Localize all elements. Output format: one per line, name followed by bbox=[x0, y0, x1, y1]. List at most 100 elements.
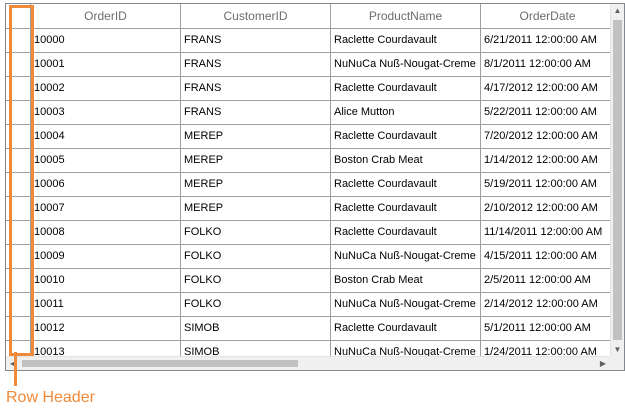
table-cell[interactable]: FOLKO bbox=[181, 293, 331, 316]
table-cell[interactable]: FRANS bbox=[181, 29, 331, 52]
grid-body: 10000 FRANS Raclette Courdavault 6/21/2011 … bbox=[6, 29, 615, 357]
table-cell[interactable]: 10008 bbox=[31, 221, 181, 244]
row-header-cell[interactable] bbox=[6, 293, 31, 316]
table-row[interactable]: 10013 SIMOB NuNuCa Nuß-Nougat-Creme 1/24/20… bbox=[6, 341, 615, 357]
table-cell[interactable]: Raclette Courdavault bbox=[331, 173, 481, 196]
table-row[interactable]: 10004 MEREP Raclette Courdavault 7/20/2012 … bbox=[6, 125, 615, 149]
table-cell[interactable]: 5/19/2011 12:00:00 AM bbox=[481, 173, 615, 196]
table-cell[interactable]: 1/14/2012 12:00:00 AM bbox=[481, 149, 615, 172]
table-cell[interactable]: 10002 bbox=[31, 77, 181, 100]
table-row[interactable]: 10001 FRANS NuNuCa Nuß-Nougat-Creme 8/1/201… bbox=[6, 53, 615, 77]
table-row[interactable]: 10005 MEREP Boston Crab Meat 1/14/2012 12:0… bbox=[6, 149, 615, 173]
column-header-1[interactable]: CustomerID bbox=[181, 4, 331, 28]
row-header-cell[interactable] bbox=[6, 101, 31, 124]
arrow-right-icon[interactable]: ▶ bbox=[596, 357, 610, 370]
table-cell[interactable]: FOLKO bbox=[181, 221, 331, 244]
table-row[interactable]: 10010 FOLKO Boston Crab Meat 2/5/2011 12:00… bbox=[6, 269, 615, 293]
table-cell[interactable]: Raclette Courdavault bbox=[331, 221, 481, 244]
arrow-left-icon[interactable]: ◀ bbox=[6, 357, 20, 370]
table-cell[interactable]: 2/5/2011 12:00:00 AM bbox=[481, 269, 615, 292]
table-cell[interactable]: 10000 bbox=[31, 29, 181, 52]
arrow-down-icon[interactable]: ▼ bbox=[611, 343, 624, 357]
table-cell[interactable]: MEREP bbox=[181, 149, 331, 172]
horizontal-scrollbar[interactable]: ◀ ▶ bbox=[6, 356, 624, 370]
table-row[interactable]: 10009 FOLKO NuNuCa Nuß-Nougat-Creme 4/15/20… bbox=[6, 245, 615, 269]
table-cell[interactable]: NuNuCa Nuß-Nougat-Creme bbox=[331, 293, 481, 316]
table-cell[interactable]: 2/14/2012 12:00:00 AM bbox=[481, 293, 615, 316]
table-cell[interactable]: 8/1/2011 12:00:00 AM bbox=[481, 53, 615, 76]
table-row[interactable]: 10000 FRANS Raclette Courdavault 6/21/2011 … bbox=[6, 29, 615, 53]
column-header-2[interactable]: ProductName bbox=[331, 4, 481, 28]
table-cell[interactable]: Boston Crab Meat bbox=[331, 149, 481, 172]
table-row[interactable]: 10012 SIMOB Raclette Courdavault 5/1/2011 1… bbox=[6, 317, 615, 341]
table-row[interactable]: 10006 MEREP Raclette Courdavault 5/19/2011 … bbox=[6, 173, 615, 197]
row-header-cell[interactable] bbox=[6, 317, 31, 340]
table-row[interactable]: 10011 FOLKO NuNuCa Nuß-Nougat-Creme 2/14/20… bbox=[6, 293, 615, 317]
row-header-cell[interactable] bbox=[6, 77, 31, 100]
row-header-cell[interactable] bbox=[6, 149, 31, 172]
table-cell[interactable]: MEREP bbox=[181, 125, 331, 148]
table-cell[interactable]: Raclette Courdavault bbox=[331, 317, 481, 340]
table-cell[interactable]: SIMOB bbox=[181, 317, 331, 340]
table-row[interactable]: 10008 FOLKO Raclette Courdavault 11/14/2011… bbox=[6, 221, 615, 245]
table-cell[interactable]: 10013 bbox=[31, 341, 181, 357]
table-cell[interactable]: 10007 bbox=[31, 197, 181, 220]
table-cell[interactable]: NuNuCa Nuß-Nougat-Creme bbox=[331, 53, 481, 76]
top-left-header-cell[interactable] bbox=[6, 4, 31, 28]
row-header-cell[interactable] bbox=[6, 53, 31, 76]
table-row[interactable]: 10003 FRANS Alice Mutton 5/22/2011 12:00:00… bbox=[6, 101, 615, 125]
row-header-cell[interactable] bbox=[6, 269, 31, 292]
horizontal-scroll-thumb[interactable] bbox=[22, 360, 298, 367]
vertical-scroll-thumb[interactable] bbox=[613, 20, 622, 340]
table-cell[interactable]: SIMOB bbox=[181, 341, 331, 357]
table-cell[interactable]: FOLKO bbox=[181, 245, 331, 268]
row-header-cell[interactable] bbox=[6, 245, 31, 268]
table-cell[interactable]: FRANS bbox=[181, 77, 331, 100]
data-grid[interactable]: OrderID CustomerID ProductName OrderDate 10… bbox=[5, 3, 625, 371]
table-cell[interactable]: 5/22/2011 12:00:00 AM bbox=[481, 101, 615, 124]
table-cell[interactable]: NuNuCa Nuß-Nougat-Creme bbox=[331, 245, 481, 268]
table-cell[interactable]: Boston Crab Meat bbox=[331, 269, 481, 292]
row-header-cell[interactable] bbox=[6, 173, 31, 196]
table-cell[interactable]: 5/1/2011 12:00:00 AM bbox=[481, 317, 615, 340]
table-cell[interactable]: Raclette Courdavault bbox=[331, 29, 481, 52]
column-header-3[interactable]: OrderDate bbox=[481, 4, 615, 28]
table-cell[interactable]: 10006 bbox=[31, 173, 181, 196]
table-cell[interactable]: 10010 bbox=[31, 269, 181, 292]
table-cell[interactable]: MEREP bbox=[181, 173, 331, 196]
table-cell[interactable]: 11/14/2011 12:00:00 AM bbox=[481, 221, 615, 244]
table-cell[interactable]: 10011 bbox=[31, 293, 181, 316]
table-cell[interactable]: 7/20/2012 12:00:00 AM bbox=[481, 125, 615, 148]
arrow-up-icon[interactable]: ▲ bbox=[611, 4, 624, 18]
table-cell[interactable]: FRANS bbox=[181, 53, 331, 76]
table-cell[interactable]: 6/21/2011 12:00:00 AM bbox=[481, 29, 615, 52]
table-cell[interactable]: 10001 bbox=[31, 53, 181, 76]
row-header-cell[interactable] bbox=[6, 125, 31, 148]
row-header-cell[interactable] bbox=[6, 29, 31, 52]
vertical-scrollbar[interactable]: ▲ ▼ bbox=[610, 4, 624, 357]
table-cell[interactable]: 1/24/2011 12:00:00 AM bbox=[481, 341, 615, 357]
table-row[interactable]: 10007 MEREP Raclette Courdavault 2/10/2012 … bbox=[6, 197, 615, 221]
table-cell[interactable]: 4/17/2012 12:00:00 AM bbox=[481, 77, 615, 100]
table-cell[interactable]: 2/10/2012 12:00:00 AM bbox=[481, 197, 615, 220]
table-cell[interactable]: FOLKO bbox=[181, 269, 331, 292]
table-cell[interactable]: Raclette Courdavault bbox=[331, 125, 481, 148]
table-cell[interactable]: 4/15/2011 12:00:00 AM bbox=[481, 245, 615, 268]
table-cell[interactable]: MEREP bbox=[181, 197, 331, 220]
column-header-0[interactable]: OrderID bbox=[31, 4, 181, 28]
table-cell[interactable]: 10005 bbox=[31, 149, 181, 172]
row-header-cell[interactable] bbox=[6, 221, 31, 244]
table-cell[interactable]: 10012 bbox=[31, 317, 181, 340]
scrollbar-corner bbox=[610, 356, 624, 370]
row-header-cell[interactable] bbox=[6, 197, 31, 220]
row-header-cell[interactable] bbox=[6, 341, 31, 357]
table-cell[interactable]: Alice Mutton bbox=[331, 101, 481, 124]
table-cell[interactable]: Raclette Courdavault bbox=[331, 77, 481, 100]
table-cell[interactable]: 10003 bbox=[31, 101, 181, 124]
table-cell[interactable]: Raclette Courdavault bbox=[331, 197, 481, 220]
table-cell[interactable]: FRANS bbox=[181, 101, 331, 124]
table-row[interactable]: 10002 FRANS Raclette Courdavault 4/17/2012 … bbox=[6, 77, 615, 101]
table-cell[interactable]: 10004 bbox=[31, 125, 181, 148]
table-cell[interactable]: 10009 bbox=[31, 245, 181, 268]
table-cell[interactable]: NuNuCa Nuß-Nougat-Creme bbox=[331, 341, 481, 357]
